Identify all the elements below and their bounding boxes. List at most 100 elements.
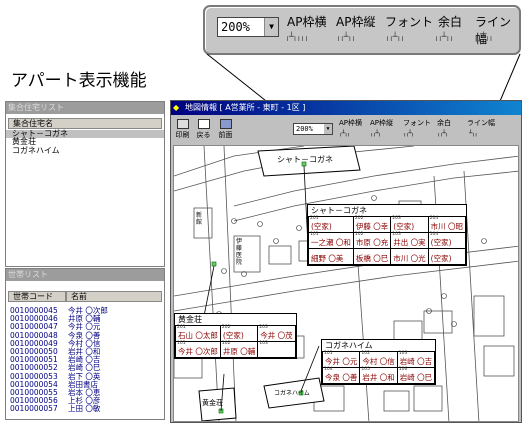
household-rows: 0010000045 今井 〇次郎 0010000046 井原 〇輔 001000004…	[6, 306, 164, 414]
room-cell[interactable]: 105 岩井 〇和	[359, 367, 398, 384]
back-arrow-icon	[197, 119, 210, 129]
room-number: 105	[361, 367, 370, 372]
room-cell[interactable]: 板橋 〇巳	[352, 248, 392, 265]
resident-name: (空家)	[430, 254, 452, 263]
room-cell[interactable]: 203 今井 〇茂	[257, 325, 296, 342]
room-cell[interactable]: 202 (空家)	[219, 325, 259, 342]
room-cell[interactable]: 104 (空家)	[427, 232, 467, 249]
page-heading: アパート表示機能	[11, 71, 147, 91]
room-number: 103	[398, 351, 408, 356]
room-cell[interactable]: 102 井原 〇輔	[219, 341, 259, 358]
resident-name: 板橋 〇巳	[355, 254, 389, 263]
table-row: 201 石山 〇太郎 202 (空家) 203 今井 〇茂	[175, 325, 296, 342]
room-cell[interactable]: 102 市原 〇充	[352, 232, 392, 249]
column-header-code[interactable]: 世帯コード	[8, 291, 66, 302]
apartment-room-table: 101 今井 〇元 102 今村 〇信 103 岩崎 〇吉 104 今泉 〇善 105 岩井 〇和…	[321, 351, 436, 384]
room-cell[interactable]: 市川 〇光	[390, 248, 429, 265]
font-slider-small[interactable]: ╷╷┴╷	[403, 130, 414, 137]
map-canvas[interactable]: シャト－コガネ 伊藤医院 新館 黄金荘 コガネハイム シャト－コガネ 201 (空…	[173, 145, 519, 422]
room-number: 201	[177, 325, 186, 330]
household-name: 上田 〇敏	[68, 404, 101, 414]
room-number: 104	[324, 367, 333, 372]
ap-height-label-small: AP枠縦	[370, 119, 394, 127]
room-number: 103	[392, 232, 401, 237]
window-front-icon	[219, 119, 232, 129]
margin-slider-small[interactable]: ╷╷┴╷	[437, 130, 448, 137]
room-number: 101	[310, 232, 319, 237]
table-row: 101 一之瀬 〇和 102 市原 〇充 103 井出 〇実 104 (空家)	[308, 232, 467, 249]
building-kogane-heim-label: コガネハイム	[274, 390, 310, 397]
building-kogane-so-label: 黄金荘	[202, 399, 223, 407]
margin-label-small: 余白	[437, 119, 451, 127]
room-number: 104	[429, 232, 439, 237]
household-list-pane: 世帯リスト 世帯コード 名前 0010000045 今井 〇次郎 001000004…	[5, 268, 165, 420]
room-number: 103	[259, 341, 268, 346]
popup-title: シャト－コガネ	[311, 206, 367, 215]
back-button[interactable]: 戻る	[194, 118, 213, 142]
room-number: 201	[310, 216, 319, 221]
resident-name: 市川 〇光	[393, 254, 426, 263]
room-cell[interactable]: 201 (空家)	[308, 216, 354, 233]
room-cell[interactable]: (空家)	[427, 248, 467, 265]
room-number: 204	[429, 216, 439, 221]
column-header[interactable]: 集合住宅名	[8, 118, 162, 129]
ap-height-slider-small[interactable]: ╷╷┴╷	[370, 130, 381, 137]
building-ito-label: 伊藤医院	[236, 238, 243, 266]
apartment-list-pane: 集合住宅リスト 集合住宅名 シャト－コガネ 黄金荘 コガネハイム	[5, 101, 165, 267]
room-cell[interactable]: 202 伊藤 〇幸	[352, 216, 392, 233]
popup-title: コガネハイム	[325, 341, 373, 350]
resident-name: 細野 〇美	[311, 254, 344, 263]
room-cell[interactable]: 104 今泉 〇善	[321, 367, 361, 384]
room-number: 202	[354, 216, 364, 221]
room-cell[interactable]: 201 石山 〇太郎	[175, 325, 221, 342]
table-row: 101 今井 〇次郎 102 井原 〇輔 103	[175, 341, 296, 358]
room-number: 106	[398, 367, 408, 372]
room-cell[interactable]: 106 岩崎 〇巳	[396, 367, 436, 384]
map-window: 地図情報 [ A営業所 - 東町 - 1区 ] ◆ 印刷 戻る 前面 200% …	[170, 100, 522, 423]
ap-width-label-small: AP枠横	[339, 119, 363, 127]
chateau-popup[interactable]: シャト－コガネ 201 (空家) 202 伊藤 〇幸 203 (空家) 204 市川 〇昭 10…	[307, 204, 468, 266]
chevron-down-icon[interactable]: ▼	[324, 124, 332, 134]
room-cell[interactable]: 103 岩崎 〇吉	[396, 351, 436, 368]
pane-title: 世帯リスト	[6, 269, 164, 281]
line-width-slider-small[interactable]: ┴╷╷	[469, 130, 478, 137]
room-cell[interactable]: 103 井出 〇実	[390, 232, 429, 249]
kogane-heim-popup[interactable]: コガネハイム 101 今井 〇元 102 今村 〇信 103 岩崎 〇吉 104 今泉 〇善 1…	[321, 339, 437, 385]
column-header-name[interactable]: 名前	[66, 291, 162, 302]
font-label-small: フォント	[403, 119, 431, 127]
table-row: 201 (空家) 202 伊藤 〇幸 203 (空家) 204 市川 〇昭	[308, 216, 467, 233]
room-number: 203	[392, 216, 401, 221]
app-icon: ◆	[173, 103, 180, 112]
room-cell[interactable]: 102 今村 〇信	[359, 351, 398, 368]
window-title: 地図情報 [ A営業所 - 東町 - 1区 ]	[185, 103, 306, 112]
building-chateau-label: シャト－コガネ	[277, 155, 333, 164]
table-row: 104 今泉 〇善 105 岩井 〇和 106 岩崎 〇巳	[321, 367, 436, 384]
table-row: 細野 〇美 板橋 〇巳 市川 〇光 (空家)	[308, 248, 467, 265]
room-number: 202	[221, 325, 231, 330]
table-row[interactable]: 0010000057 上田 〇敏	[10, 405, 164, 413]
room-cell[interactable]: 103	[257, 341, 296, 358]
room-number: 102	[361, 351, 370, 356]
room-cell[interactable]: 101 一之瀬 〇和	[308, 232, 354, 249]
room-cell[interactable]: 101 今井 〇元	[321, 351, 361, 368]
window-titlebar[interactable]: 地図情報 [ A営業所 - 東町 - 1区 ]	[171, 101, 521, 115]
room-number: 203	[259, 325, 268, 330]
line-width-label-small: ライン幅	[467, 119, 495, 127]
list-item[interactable]: コガネハイム	[6, 146, 164, 155]
front-button[interactable]: 前面	[216, 118, 235, 142]
apartment-room-table: 201 (空家) 202 伊藤 〇幸 203 (空家) 204 市川 〇昭 101 一之瀬 〇和 1…	[308, 216, 467, 265]
ap-width-slider-small[interactable]: ╷┴╷╷	[339, 130, 350, 137]
room-cell[interactable]: 204 市川 〇昭	[427, 216, 467, 233]
zoom-select[interactable]: 200% ▼	[293, 123, 333, 135]
room-number: 101	[324, 351, 333, 356]
room-number: 102	[221, 341, 231, 346]
room-number: 101	[177, 341, 186, 346]
kogane-so-popup[interactable]: 黄金荘 201 石山 〇太郎 202 (空家) 203 今井 〇茂 101 今井 〇次郎 102…	[174, 313, 297, 359]
print-button[interactable]: 印刷	[173, 118, 192, 142]
popup-title: 黄金荘	[178, 315, 202, 324]
room-cell[interactable]: 203 (空家)	[390, 216, 429, 233]
room-cell[interactable]: 101 今井 〇次郎	[175, 341, 221, 358]
room-cell[interactable]: 細野 〇美	[308, 248, 354, 265]
building-shinkan-label: 新館	[196, 212, 203, 226]
household-code: 0010000057	[10, 404, 58, 414]
